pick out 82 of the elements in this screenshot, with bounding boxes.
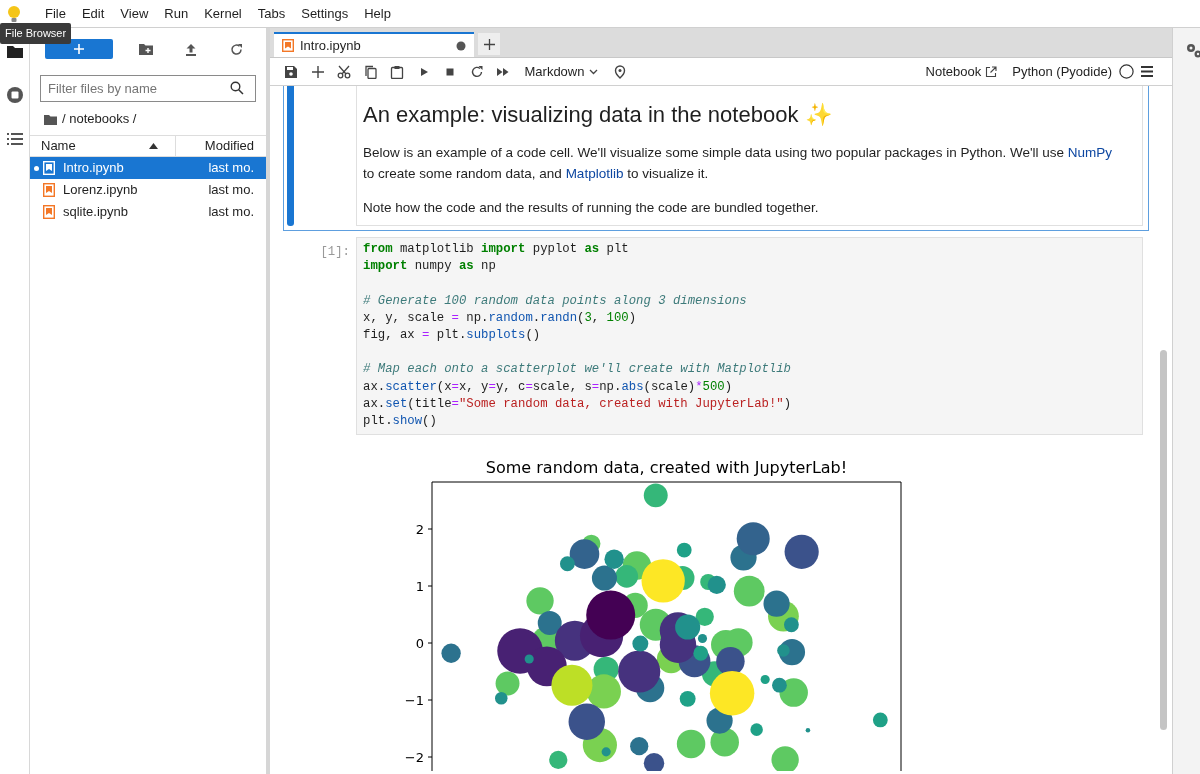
sort-ascending-icon[interactable] — [149, 143, 158, 149]
code-line: plt.show() — [363, 412, 438, 430]
menu-item[interactable]: Kernel — [197, 1, 249, 26]
file-row[interactable]: Intro.ipynb last mo. — [30, 157, 266, 179]
plus-icon — [73, 43, 85, 55]
add-tab-button[interactable] — [478, 33, 500, 55]
notebook-link[interactable]: Notebook — [925, 61, 998, 82]
paragraph: Note how the code and the results of running the code are bundled together. — [363, 199, 820, 217]
tick-mark — [427, 699, 433, 701]
code-line: # Generate 100 random data points along 3 dimensions — [363, 292, 748, 310]
code-line: fig, ax = plt.subplots() — [363, 326, 542, 344]
folder-icon — [44, 113, 57, 125]
refresh-icon[interactable] — [230, 42, 243, 56]
menu-item[interactable]: View — [113, 1, 156, 26]
code-line: # Map each onto a scatterplot we'll create with Matplotlib — [363, 361, 792, 379]
cell-heading: An example: visualizing data in the notebook ✨ — [363, 101, 833, 129]
tick-label: 2 — [415, 522, 424, 538]
filter-field[interactable]: Filter files by name — [40, 75, 256, 102]
tick-label: 0 — [415, 636, 424, 652]
cut-icon — [337, 64, 351, 79]
tick-mark — [427, 528, 433, 530]
code-editor[interactable] — [356, 237, 1143, 436]
cell-type-dropdown[interactable]: Markdown — [524, 61, 599, 82]
unsaved-dot-icon[interactable] — [456, 40, 466, 51]
code-line: import numpy as np — [363, 258, 497, 276]
scrollbar-thumb[interactable] — [1160, 350, 1167, 730]
map-marker-icon[interactable] — [614, 64, 627, 79]
notebook-icon — [43, 161, 55, 175]
file-name: sqlite.ipynb — [63, 203, 130, 222]
code-line: ax.scatter(x=x, y=y, c=scale, s=np.abs(scale)*500) — [363, 378, 734, 396]
tick-label: −2 — [404, 750, 424, 766]
menu-icon[interactable] — [1141, 66, 1153, 77]
save-icon — [284, 64, 298, 79]
plus-icon — [310, 64, 325, 79]
gear-icon[interactable] — [1185, 42, 1200, 60]
menu-item[interactable]: Run — [157, 1, 196, 26]
menu-item[interactable]: Help — [357, 1, 398, 26]
new-folder-icon[interactable] — [139, 43, 153, 55]
paste-icon — [390, 64, 404, 79]
notebook-icon — [43, 205, 55, 219]
column-header[interactable]: Modified — [176, 136, 266, 156]
tick-mark — [427, 585, 433, 587]
modified-date: last mo. — [208, 203, 254, 222]
modified-date: last mo. — [208, 181, 254, 200]
modified-date: last mo. — [208, 159, 254, 178]
tick-mark — [427, 756, 433, 758]
restart-icon — [469, 64, 484, 79]
breadcrumb-path[interactable]: / notebooks / — [62, 109, 137, 129]
code-line: from matplotlib import pyplot as plt — [363, 241, 630, 258]
kernel-idle-icon — [1119, 64, 1134, 79]
plus-icon — [483, 38, 495, 50]
stop-circle-icon[interactable] — [5, 86, 24, 104]
cell-prompt: [1]: — [319, 244, 351, 261]
menu-item[interactable]: Edit — [74, 1, 112, 26]
menu-item[interactable]: Settings — [294, 1, 356, 26]
code-line: ax.set(title="Some random data, created with JupyterLab!") — [363, 395, 793, 413]
tick-label: 1 — [415, 579, 424, 595]
upload-icon[interactable] — [185, 42, 197, 56]
list-icon[interactable] — [5, 130, 24, 148]
chart-title: Some random data, created with JupyterLab! — [485, 458, 848, 478]
tab-label: Intro.ipynb — [300, 36, 362, 55]
tooltip: File Browser — [0, 23, 72, 44]
file-name: Lorenz.ipynb — [63, 181, 139, 200]
tick-label: −1 — [404, 693, 424, 709]
menu-item[interactable]: Tabs — [250, 1, 293, 26]
link[interactable]: NumPy — [1067, 145, 1113, 160]
paragraph: Below is an example of a code cell. We'll visualize some simple data using two popular packages in Python. We'll use NumPy to create some random data, and Matplotlib to visualize it. — [363, 144, 1114, 183]
copy-icon — [363, 64, 378, 79]
file-name: Intro.ipynb — [63, 159, 125, 178]
logo-icon[interactable] — [6, 4, 22, 23]
external-link-icon — [985, 65, 998, 78]
notebook-tab[interactable]: Intro.ipynb — [274, 32, 474, 57]
notebook-icon — [43, 183, 55, 197]
code-line: x, y, scale = np.random.randn(3, 100) — [363, 309, 638, 327]
menu-item[interactable]: File — [38, 1, 73, 26]
caret-down-icon — [589, 68, 599, 75]
link[interactable]: Matplotlib — [565, 166, 624, 181]
search-icon[interactable] — [230, 81, 244, 95]
notebook-icon — [282, 39, 294, 52]
column-header[interactable]: Name — [41, 136, 149, 156]
kernel-name[interactable]: Python (Pyodide) — [1012, 61, 1112, 82]
tick-mark — [427, 642, 433, 644]
